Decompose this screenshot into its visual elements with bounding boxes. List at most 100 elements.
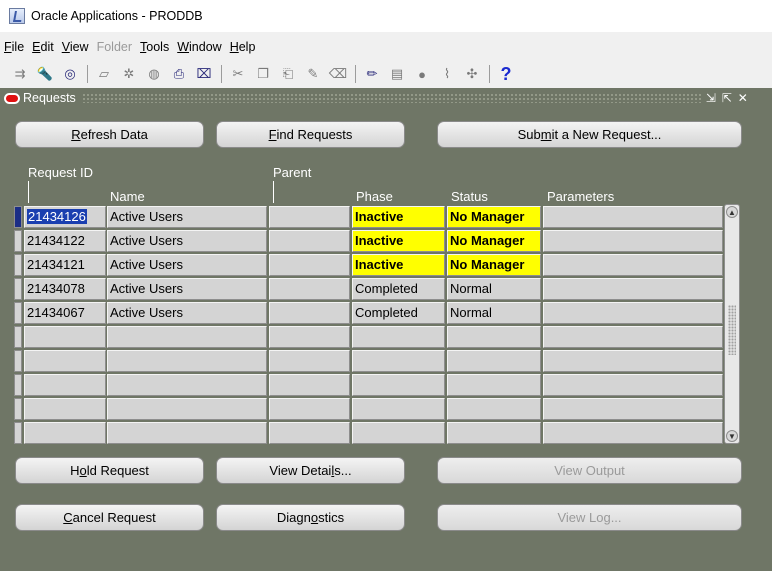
cell-parent[interactable] <box>269 230 350 252</box>
scroll-down-icon[interactable]: ▼ <box>726 430 738 442</box>
print-icon[interactable]: ⎙ <box>169 64 189 84</box>
cell-parameters[interactable] <box>543 398 723 420</box>
row-selector[interactable] <box>14 374 22 396</box>
cell-name[interactable] <box>107 398 267 420</box>
cell-parameters[interactable] <box>543 278 723 300</box>
cell-status[interactable] <box>447 374 541 396</box>
cell-request-id[interactable] <box>24 326 106 348</box>
cell-status[interactable] <box>447 350 541 372</box>
table-scrollbar[interactable]: ▲ ▼ <box>724 204 740 444</box>
row-selector[interactable] <box>14 302 22 324</box>
cell-status[interactable]: No Manager <box>447 254 541 276</box>
cell-request-id[interactable]: 21434078 <box>24 278 106 300</box>
new-icon[interactable]: ⇉ <box>10 64 30 84</box>
minimize-icon[interactable]: ⇲ <box>704 91 718 105</box>
switch-responsibility-icon[interactable]: ◍ <box>144 64 164 84</box>
cell-parent[interactable] <box>269 278 350 300</box>
submit-new-request-button[interactable]: Sub m it a New Request... <box>437 121 742 148</box>
cell-request-id[interactable] <box>24 350 106 372</box>
cell-parameters[interactable] <box>543 422 723 444</box>
cell-phase[interactable]: Completed <box>352 278 445 300</box>
next-step-icon[interactable]: ✲ <box>119 64 139 84</box>
cell-phase[interactable] <box>352 374 445 396</box>
cell-phase[interactable] <box>352 326 445 348</box>
save-icon[interactable]: ▱ <box>94 64 114 84</box>
menu-window[interactable]: Window <box>177 40 221 54</box>
diagnostics-button[interactable]: Diagn o stics <box>216 504 405 531</box>
cell-parameters[interactable] <box>543 326 723 348</box>
cell-status[interactable] <box>447 326 541 348</box>
cell-phase[interactable]: Completed <box>352 302 445 324</box>
cell-name[interactable]: Active Users <box>107 230 267 252</box>
cell-parent[interactable] <box>269 326 350 348</box>
cell-name[interactable]: Active Users <box>107 278 267 300</box>
translations-icon[interactable]: ● <box>412 64 432 84</box>
cell-request-id[interactable]: 21434067 <box>24 302 106 324</box>
cell-status[interactable]: No Manager <box>447 230 541 252</box>
cell-name[interactable] <box>107 326 267 348</box>
row-selector[interactable] <box>14 254 22 276</box>
cell-parent[interactable] <box>269 302 350 324</box>
cell-parameters[interactable] <box>543 254 723 276</box>
cell-phase[interactable]: Inactive <box>352 206 445 228</box>
copy-icon[interactable]: ❐ <box>253 64 273 84</box>
cell-request-id[interactable]: 21434126 <box>24 206 106 228</box>
cell-parent[interactable] <box>269 398 350 420</box>
cell-parent[interactable] <box>269 350 350 372</box>
close-form-icon[interactable]: ⌧ <box>194 64 214 84</box>
scrollbar-grip[interactable] <box>728 305 736 355</box>
cell-request-id[interactable] <box>24 374 106 396</box>
cell-parameters[interactable] <box>543 230 723 252</box>
cell-phase[interactable] <box>352 350 445 372</box>
row-selector[interactable] <box>14 230 22 252</box>
menu-file[interactable]: File <box>4 40 24 54</box>
menu-view[interactable]: View <box>62 40 89 54</box>
cell-name[interactable] <box>107 374 267 396</box>
cell-request-id[interactable]: 21434122 <box>24 230 106 252</box>
cell-parameters[interactable] <box>543 206 723 228</box>
cell-phase[interactable] <box>352 422 445 444</box>
cell-name[interactable] <box>107 422 267 444</box>
cell-parent[interactable] <box>269 206 350 228</box>
row-selector[interactable] <box>14 398 22 420</box>
cell-request-id[interactable] <box>24 398 106 420</box>
cell-parameters[interactable] <box>543 350 723 372</box>
delete-record-icon[interactable]: ⌫ <box>328 64 348 84</box>
row-selector[interactable] <box>14 326 22 348</box>
find-icon[interactable]: 🔦 <box>35 64 55 84</box>
cell-parameters[interactable] <box>543 374 723 396</box>
cell-parent[interactable] <box>269 374 350 396</box>
row-selector[interactable] <box>14 278 22 300</box>
cell-status[interactable]: Normal <box>447 278 541 300</box>
cell-request-id[interactable]: 21434121 <box>24 254 106 276</box>
attachments-icon[interactable]: ⌇ <box>437 64 457 84</box>
folder-tools-icon[interactable]: ✣ <box>462 64 482 84</box>
navigate-icon[interactable]: ◎ <box>60 64 80 84</box>
cell-phase[interactable] <box>352 398 445 420</box>
cell-status[interactable] <box>447 422 541 444</box>
find-requests-button[interactable]: Find Requests <box>216 121 405 148</box>
maximize-icon[interactable]: ⇱ <box>720 91 734 105</box>
cell-request-id[interactable] <box>24 422 106 444</box>
cell-status[interactable] <box>447 398 541 420</box>
view-details-button[interactable]: View Detai l s... <box>216 457 405 484</box>
cell-phase[interactable]: Inactive <box>352 230 445 252</box>
clear-record-icon[interactable]: ✎ <box>303 64 323 84</box>
menu-tools[interactable]: Tools <box>140 40 169 54</box>
menu-edit[interactable]: Edit <box>32 40 54 54</box>
hold-request-button[interactable]: Ho ld Request <box>15 457 204 484</box>
refresh-data-button[interactable]: Refresh Data <box>15 121 204 148</box>
cancel-request-button[interactable]: Cancel Request <box>15 504 204 531</box>
menu-help[interactable]: Help <box>230 40 256 54</box>
paste-icon[interactable]: ⎗ <box>278 64 298 84</box>
cut-icon[interactable]: ✂ <box>228 64 248 84</box>
cell-parent[interactable] <box>269 422 350 444</box>
row-selector[interactable] <box>14 206 22 228</box>
scroll-up-icon[interactable]: ▲ <box>726 206 738 218</box>
help-icon[interactable]: ? <box>496 64 516 84</box>
cell-parent[interactable] <box>269 254 350 276</box>
close-icon[interactable]: ✕ <box>736 91 750 105</box>
row-selector[interactable] <box>14 350 22 372</box>
zoom-icon[interactable]: ▤ <box>387 64 407 84</box>
cell-parameters[interactable] <box>543 302 723 324</box>
